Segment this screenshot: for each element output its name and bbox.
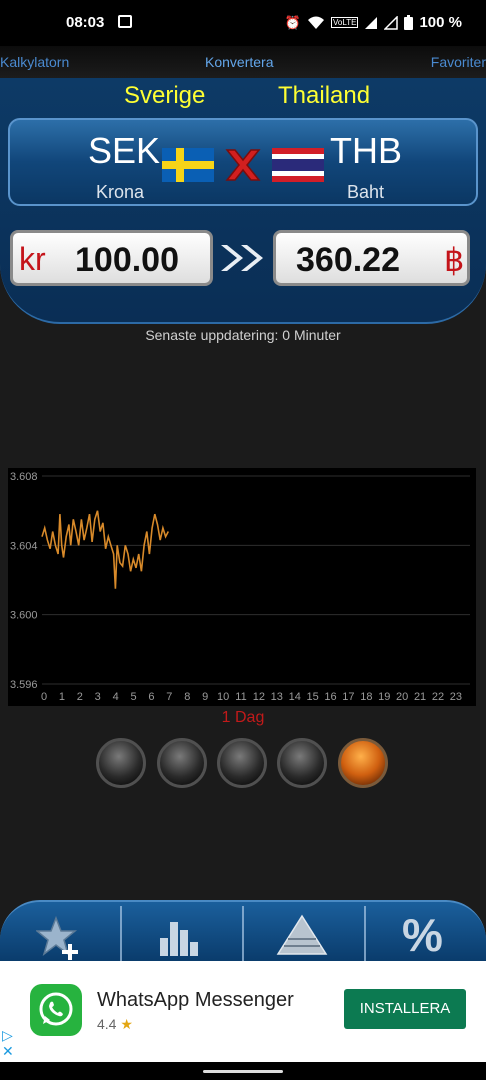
y-tick-label: 3.604 bbox=[10, 540, 38, 552]
x-tick-label: 23 bbox=[450, 691, 462, 703]
alarm-icon: ⏰ bbox=[284, 14, 302, 30]
from-amount[interactable]: 100.00 bbox=[75, 241, 179, 280]
from-country[interactable]: Sverige bbox=[124, 82, 205, 110]
x-tick-label: 18 bbox=[360, 691, 372, 703]
ad-rating-value: 4.4 bbox=[97, 1016, 117, 1032]
from-currency-name: Krona bbox=[96, 182, 145, 202]
star-plus-icon bbox=[36, 915, 78, 960]
status-time: 08:03 bbox=[66, 14, 105, 31]
volte-icon: VoLTE bbox=[331, 17, 359, 28]
to-currency-name: Baht bbox=[347, 182, 385, 202]
x-tick-label: 8 bbox=[184, 691, 190, 703]
x-tick-label: 13 bbox=[271, 691, 283, 703]
whatsapp-app-icon[interactable] bbox=[30, 984, 82, 1036]
thailand-flag-icon[interactable] bbox=[272, 148, 324, 182]
install-button[interactable]: INSTALLERA bbox=[344, 989, 466, 1029]
range-button-4[interactable] bbox=[277, 738, 327, 788]
ad-app-title[interactable]: WhatsApp Messenger bbox=[97, 989, 294, 1012]
ad-close-icon[interactable]: ✕ bbox=[2, 1043, 14, 1059]
bottom-tab-bar: % bbox=[0, 900, 486, 963]
range-button-5[interactable] bbox=[338, 738, 388, 788]
signal-icon bbox=[365, 16, 378, 29]
x-tick-label: 5 bbox=[130, 691, 136, 703]
x-tick-label: 1 bbox=[59, 691, 65, 703]
x-tick-label: 15 bbox=[306, 691, 318, 703]
nav-convert[interactable]: Konvertera bbox=[205, 54, 273, 70]
ad-info-icon[interactable]: ▷ bbox=[2, 1027, 14, 1043]
ad-rating: 4.4 ★ bbox=[97, 1016, 133, 1033]
pyramid-icon bbox=[276, 914, 328, 955]
x-tick-label: 22 bbox=[432, 691, 444, 703]
x-tick-label: 11 bbox=[235, 691, 246, 703]
status-bar: 08:03 ⏰ VoLTE 100 % bbox=[0, 0, 486, 46]
x-tick-label: 2 bbox=[77, 691, 83, 703]
y-tick-label: 3.608 bbox=[10, 471, 38, 483]
ad-choices-icon[interactable]: ▷ ✕ bbox=[2, 1027, 14, 1059]
x-tick-label: 21 bbox=[414, 691, 426, 703]
tab-percent[interactable]: % bbox=[366, 902, 486, 963]
wifi-icon bbox=[308, 16, 325, 29]
star-icon: ★ bbox=[120, 1016, 133, 1032]
x-tick-label: 16 bbox=[324, 691, 336, 703]
sweden-flag-icon[interactable] bbox=[162, 148, 214, 182]
x-tick-label: 19 bbox=[378, 691, 390, 703]
system-nav-bar bbox=[0, 1062, 486, 1080]
nav-calculator[interactable]: Kalkylatorn bbox=[0, 54, 69, 70]
y-tick-label: 3.600 bbox=[10, 610, 38, 622]
range-button-3[interactable] bbox=[217, 738, 267, 788]
signal-icon-2 bbox=[384, 15, 399, 30]
rate-chart: 3.608 3.604 3.600 3.596 0 1 2 3 4 5 6 7 8 9 10 11 12 13 1… bbox=[8, 468, 476, 706]
x-tick-label: 4 bbox=[113, 691, 119, 703]
chart-period-label: 1 Dag bbox=[221, 709, 265, 726]
status-icons: ⏰ VoLTE 100 % bbox=[285, 14, 462, 31]
tab-chart[interactable] bbox=[122, 902, 242, 963]
x-tick-label: 3 bbox=[95, 691, 101, 703]
top-nav: Kalkylatorn Konvertera Favoriter bbox=[0, 46, 486, 78]
x-tick-label: 20 bbox=[396, 691, 408, 703]
x-tick-label: 9 bbox=[202, 691, 208, 703]
x-tick-label: 14 bbox=[289, 691, 301, 703]
whatsapp-logo-icon bbox=[39, 992, 73, 1026]
x-tick-label: 12 bbox=[253, 691, 265, 703]
percent-icon: % bbox=[402, 909, 443, 961]
tab-add-favorite[interactable] bbox=[0, 902, 120, 963]
to-amount: 360.22 bbox=[296, 241, 400, 279]
last-update-text: Senaste uppdatering: 0 Minuter bbox=[145, 327, 341, 343]
battery-icon bbox=[404, 15, 414, 30]
range-button-2[interactable] bbox=[157, 738, 207, 788]
nav-favorites[interactable]: Favoriter bbox=[431, 54, 486, 70]
to-country[interactable]: Thailand bbox=[278, 82, 370, 110]
x-tick-label: 10 bbox=[217, 691, 229, 703]
y-tick-label: 3.596 bbox=[10, 679, 38, 691]
rate-chart-svg: 3.6083.6043.6003.596 0 1 2 3 4 5 6 7 8 9 10 11 12 13 1… bbox=[8, 468, 476, 706]
range-button-1[interactable] bbox=[96, 738, 146, 788]
x-tick-label: 17 bbox=[342, 691, 354, 703]
to-currency-code[interactable]: THB bbox=[330, 130, 402, 172]
ad-banner[interactable]: WhatsApp Messenger 4.4 ★ INSTALLERA ▷ ✕ bbox=[0, 961, 486, 1062]
swap-icon[interactable] bbox=[221, 146, 265, 184]
convert-arrow-icon bbox=[221, 245, 263, 271]
from-currency-code[interactable]: SEK bbox=[88, 130, 160, 172]
home-gesture-bar[interactable] bbox=[203, 1070, 283, 1073]
from-amount-field[interactable]: kr 100.00 bbox=[10, 230, 213, 286]
to-currency-symbol: ฿ bbox=[444, 242, 465, 278]
bar-chart-icon bbox=[160, 922, 198, 956]
x-tick-label: 0 bbox=[41, 691, 47, 703]
from-currency-symbol: kr bbox=[19, 241, 46, 277]
tab-pyramid[interactable] bbox=[244, 902, 364, 963]
battery-percent: 100 % bbox=[419, 14, 462, 31]
to-amount-field[interactable]: 360.22 ฿ bbox=[273, 230, 470, 286]
x-tick-label: 6 bbox=[148, 691, 154, 703]
x-tick-label: 7 bbox=[166, 691, 172, 703]
image-notification-icon bbox=[118, 15, 132, 28]
